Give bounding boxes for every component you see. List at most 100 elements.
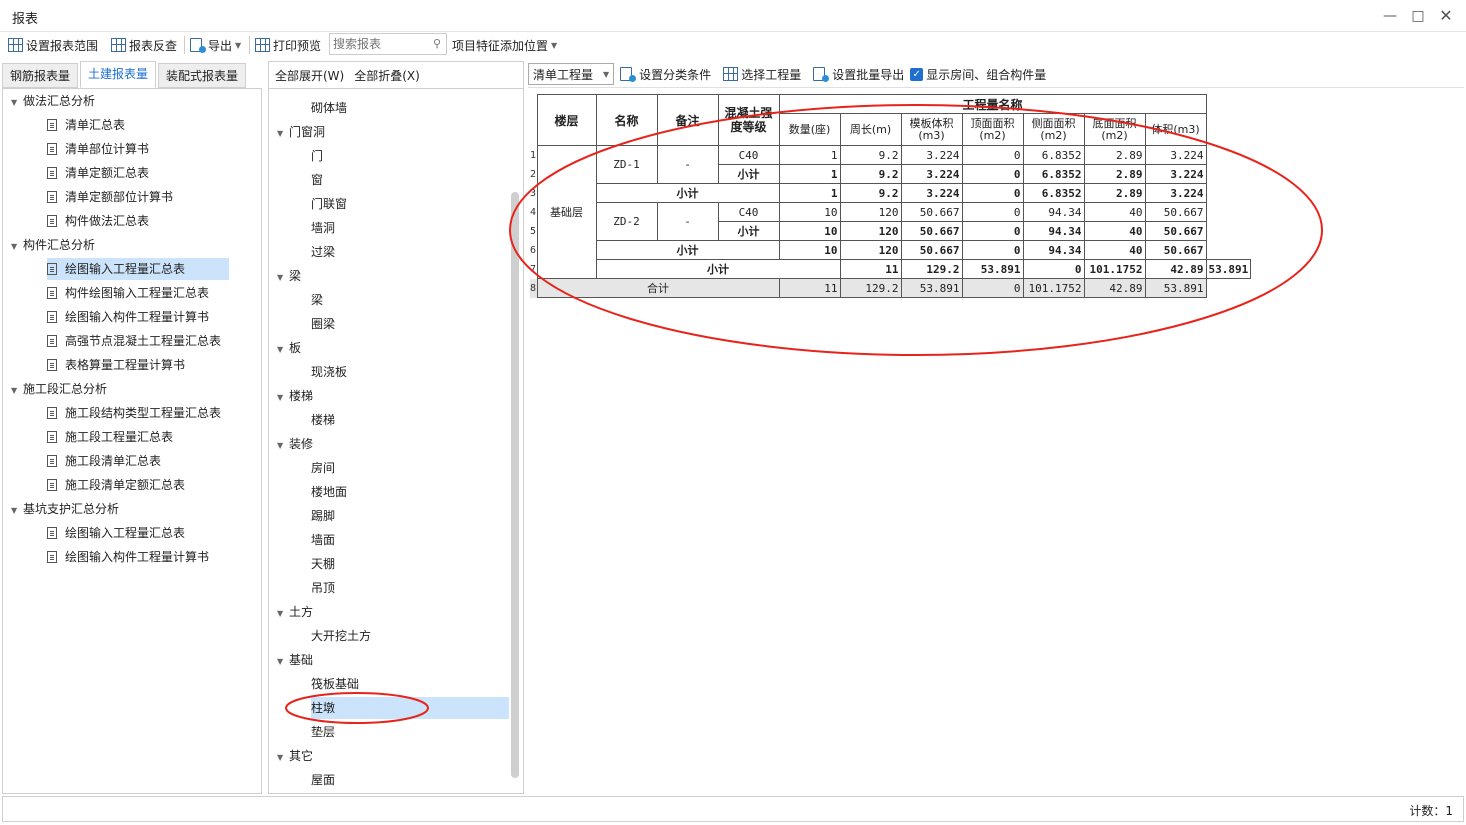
tree-item[interactable]: 构件做法汇总表 [47, 210, 149, 232]
chevron-down-icon[interactable]: ▼ [277, 603, 289, 625]
tree-item[interactable]: 楼地面 [311, 481, 347, 503]
tab-prefab-report[interactable]: 装配式报表量 [158, 63, 247, 88]
tree-item[interactable]: 天棚 [311, 553, 335, 575]
quantity-type-dropdown[interactable]: 清单工程量 ▼ [528, 63, 615, 85]
chevron-down-icon[interactable]: ▼ [11, 236, 23, 258]
tree-label: 清单汇总表 [65, 118, 126, 132]
tree-item[interactable]: 砌体墙 [311, 97, 347, 119]
export-button[interactable]: 导出 ▼ [190, 36, 241, 54]
table-row[interactable]: 1 基础层 ZD-1 - C40 1 9.2 3.224 0 6.8352 2.89 3.2… [530, 145, 1251, 279]
chevron-down-icon[interactable]: ▼ [277, 651, 289, 673]
tree-item[interactable]: 过梁 [311, 241, 335, 263]
tree-group[interactable]: ▼ 基础 [277, 649, 313, 671]
tree-item[interactable]: 施工段结构类型工程量汇总表 [47, 402, 221, 424]
tree-group[interactable]: ▼ 土方 [277, 601, 313, 623]
chevron-down-icon[interactable]: ▼ [11, 500, 23, 522]
tree-group[interactable]: ▼ 做法汇总分析 [11, 90, 95, 112]
tree-item[interactable]: 柱墩 [311, 697, 509, 719]
table-row[interactable]: 7 小计 11 129.2 53.891 0 101.1752 42.89 53.891 [530, 259, 1252, 279]
tree-group[interactable]: ▼ 其它 [277, 745, 313, 767]
tree-item[interactable]: 清单定额部位计算书 [47, 186, 173, 208]
tab-rebar-report[interactable]: 钢筋报表量 [2, 63, 79, 88]
tree-item[interactable]: 构件绘图输入工程量汇总表 [47, 282, 209, 304]
tree-item[interactable]: 梁 [311, 289, 323, 311]
tree-group[interactable]: ▼ 楼梯 [277, 385, 313, 407]
tree-group[interactable]: ▼ 施工段汇总分析 [11, 378, 107, 400]
tree-item[interactable]: 吊顶 [311, 577, 335, 599]
tree-item[interactable]: 门 [311, 145, 323, 167]
tree-item[interactable]: 施工段清单定额汇总表 [47, 474, 185, 496]
set-category-button[interactable]: 设置分类条件 [620, 65, 711, 83]
search-input[interactable] [330, 34, 426, 54]
tree-item[interactable]: 屋面 [311, 769, 335, 791]
tree-item[interactable]: 窗 [311, 169, 323, 191]
chevron-down-icon[interactable]: ▼ [11, 380, 23, 402]
tree-item[interactable]: 清单汇总表 [47, 114, 125, 136]
tree-item[interactable]: 绘图输入构件工程量计算书 [47, 546, 209, 568]
document-icon [47, 143, 57, 155]
header-count: 数量(座) [778, 113, 841, 146]
chevron-down-icon[interactable]: ▼ [277, 267, 289, 289]
tree-label: 房间 [311, 461, 336, 475]
tree-group[interactable]: ▼ 板 [277, 337, 301, 359]
table-row[interactable]: 3 小计 1 9.2 3.224 0 6.8352 2.89 3.224 [530, 183, 1251, 203]
tree-item[interactable]: 表格算量工程量计算书 [47, 354, 185, 376]
chevron-down-icon[interactable]: ▼ [277, 387, 289, 409]
feature-position-dropdown[interactable]: 项目特征添加位置 ▼ [452, 36, 557, 54]
tree-item[interactable]: 筏板基础 [311, 673, 359, 695]
component-tree-panel: 砌体墙 ▼ 门窗洞门窗门联窗 墙洞 过梁 ▼ 梁梁圈梁 ▼ 板现浇板 ▼ 楼梯 楼梯 ▼ 装修房间楼地面踢… [268, 88, 524, 794]
tree-item[interactable]: 踢脚 [311, 505, 335, 527]
print-icon [255, 38, 270, 52]
chevron-down-icon[interactable]: ▼ [277, 435, 289, 457]
tree-item[interactable]: 大开挖土方 [311, 625, 371, 647]
chevron-down-icon[interactable]: ▼ [11, 92, 23, 114]
close-icon[interactable]: ✕ [1436, 6, 1456, 26]
select-quantity-button[interactable]: 选择工程量 [723, 65, 801, 83]
tree-item[interactable]: 墙洞 [311, 217, 335, 239]
tree-group[interactable]: ▼ 构件汇总分析 [11, 234, 95, 256]
document-icon [47, 407, 57, 419]
table-row[interactable]: 6 小计 10 120 50.667 0 94.34 40 50.667 [530, 240, 1251, 260]
chevron-down-icon[interactable]: ▼ [277, 123, 289, 145]
table-row[interactable]: 4 ZD-2 - C40 10 120 50.667 0 94.34 40 50.667 [530, 202, 1251, 241]
tree-group[interactable]: ▼ 基坑支护汇总分析 [11, 498, 119, 520]
tree-item[interactable]: 施工段清单汇总表 [47, 450, 161, 472]
tree-label: 天棚 [311, 557, 336, 571]
search-box[interactable]: ⚲ [329, 33, 447, 55]
minimize-icon[interactable]: — [1380, 6, 1400, 26]
tree-item[interactable]: 施工段工程量汇总表 [47, 426, 173, 448]
search-icon[interactable]: ⚲ [433, 37, 441, 50]
tree-item[interactable]: 现浇板 [311, 361, 347, 383]
reverse-lookup-button[interactable]: 报表反查 [111, 36, 177, 54]
tree-item[interactable]: 垫层 [311, 721, 335, 743]
expand-all-button[interactable]: 全部展开(W) [275, 67, 344, 84]
print-preview-button[interactable]: 打印预览 [255, 36, 321, 54]
tree-item[interactable]: 房间 [311, 457, 335, 479]
tree-item[interactable]: 圈梁 [311, 313, 335, 335]
tree-item[interactable]: 绘图输入构件工程量计算书 [47, 306, 209, 328]
tree-group[interactable]: ▼ 门窗洞 [277, 121, 325, 143]
tree-item[interactable]: 高强节点混凝土工程量汇总表 [47, 330, 221, 352]
tree-item[interactable]: 绘图输入工程量汇总表 [47, 258, 229, 280]
document-icon [47, 263, 57, 275]
tree-item[interactable]: 清单定额汇总表 [47, 162, 149, 184]
tree-item[interactable]: 楼梯 [311, 409, 335, 431]
chevron-down-icon[interactable]: ▼ [277, 339, 289, 361]
tree-group[interactable]: ▼ 装修 [277, 433, 313, 455]
subtotal-label: 小计 [595, 183, 780, 203]
tree-item[interactable]: 绘图输入工程量汇总表 [47, 522, 185, 544]
set-range-button[interactable]: 设置报表范围 [8, 36, 98, 54]
chevron-down-icon: ▼ [235, 40, 242, 50]
collapse-all-button[interactable]: 全部折叠(X) [354, 67, 420, 84]
batch-export-button[interactable]: 设置批量导出 [813, 65, 904, 83]
table-row-total[interactable]: 8 合计 11 129.2 53.891 0 101.1752 42.89 53.891 [530, 278, 1251, 298]
tab-civil-report[interactable]: 土建报表量 [80, 61, 157, 88]
tree-item[interactable]: 清单部位计算书 [47, 138, 149, 160]
tree-item[interactable]: 门联窗 [311, 193, 347, 215]
tree-group[interactable]: ▼ 梁 [277, 265, 301, 287]
scrollbar[interactable] [511, 192, 519, 778]
maximize-icon[interactable]: □ [1408, 6, 1428, 26]
show-rooms-checkbox[interactable]: ✓ 显示房间、组合构件量 [910, 65, 1046, 83]
tree-item[interactable]: 墙面 [311, 529, 335, 551]
chevron-down-icon[interactable]: ▼ [277, 747, 289, 769]
